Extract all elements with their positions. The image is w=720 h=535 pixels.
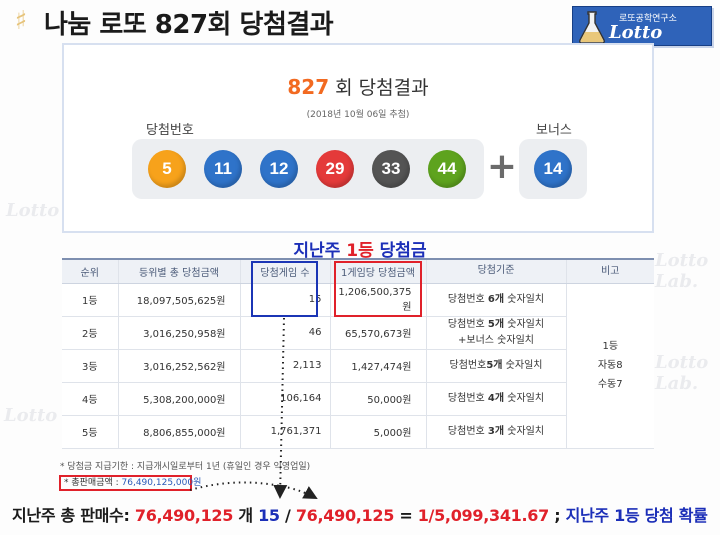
criteria-cell: 당첨번호5개 숫자일치 — [425, 349, 566, 383]
total-prize-cell: 3,016,250,958원 — [117, 316, 240, 350]
formula-denominator: 76,490,125 — [295, 506, 395, 525]
plus-icon: + — [486, 146, 518, 187]
watermark-right-bottom: Lotto Lab. — [655, 352, 709, 394]
total-sales-amount: 76,490,125,000원 — [121, 478, 202, 488]
formula-equals: = — [394, 506, 418, 525]
remark-line: 수동7 — [597, 379, 623, 390]
payout-deadline-note: * 당첨금 지급기한 : 지급개시일로부터 1년 (휴일인 경우 익영업일) — [60, 462, 311, 472]
bonus-ball: 14 — [534, 150, 572, 188]
total-sales-note: * 총판매금액 : 76,490,125,000원 — [59, 475, 201, 491]
winning-ball: 5 — [148, 150, 186, 188]
criteria-count: 5개 — [486, 359, 503, 371]
winner-count-cell: 2,113 — [239, 349, 330, 383]
formula-unit: 개 — [233, 506, 259, 525]
criteria-count: 5개 — [487, 318, 505, 330]
criteria-count: 4개 — [487, 392, 505, 404]
total-prize-cell: 5,308,200,000원 — [117, 382, 240, 416]
rank-cell: 2등 — [62, 316, 118, 350]
round-number: 827 — [287, 75, 330, 99]
draw-result-card: 827 회 당첨결과 (2018년 10월 06일 추첨) 당첨번호 보너스 5… — [62, 43, 654, 233]
total-sales-label: * 총판매금액 : — [64, 478, 122, 488]
remark-line: 1등 — [602, 341, 619, 352]
table-row: 3등 3,016,252,562원 2,113 1,427,474원 당첨번호5… — [62, 349, 654, 383]
total-prize-cell: 3,016,252,562원 — [117, 349, 240, 383]
brand-logo: 로또공학연구소 Lotto Lab. — [572, 6, 712, 64]
rank-cell: 5등 — [62, 415, 118, 449]
criteria-cell: 당첨번호 6개 숫자일치 — [425, 283, 566, 317]
formula-probability: 1/5,099,341.67 — [417, 506, 550, 525]
criteria-cell: 당첨번호 4개 숫자일치 — [425, 382, 566, 416]
page-title: 나눔 로또 827회 당첨결과 — [44, 10, 334, 40]
criteria-text: 당첨번호 — [449, 359, 487, 371]
criteria-count: 3개 — [487, 425, 505, 437]
rank-cell: 3등 — [62, 349, 118, 383]
winner-count-cell: 106,164 — [239, 382, 330, 416]
criteria-text: 당첨번호 — [447, 392, 488, 404]
winning-numbers-label: 당첨번호 — [146, 123, 194, 138]
criteria-text: 당첨번호 — [447, 425, 488, 437]
remark-line: 자동8 — [597, 360, 623, 371]
prize-per-game-highlight — [334, 261, 422, 317]
round-heading: 827 회 당첨결과 — [64, 73, 652, 100]
prize-per-game-cell: 5,000원 — [329, 415, 426, 449]
column-header: 등위별 총 당첨금액 — [117, 258, 240, 284]
round-suffix: 회 당첨결과 — [329, 77, 429, 99]
formula-description: 지난주 1등 당첨 확률 — [565, 506, 708, 525]
criteria-cell: 당첨번호 3개 숫자일치 — [425, 415, 566, 449]
winner-count-cell: 46 — [239, 316, 330, 350]
prize-per-game-cell: 65,570,673원 — [329, 316, 426, 350]
formula-total-sales: 76,490,125 — [134, 506, 234, 525]
winning-ball: 33 — [372, 150, 410, 188]
criteria-text: 숫자일치 — [504, 392, 545, 404]
bonus-label: 보너스 — [536, 123, 572, 138]
table-row: 4등 5,308,200,000원 106,164 50,000원 당첨번호 4… — [62, 382, 654, 416]
total-prize-cell: 18,097,505,625원 — [117, 283, 240, 317]
winning-balls-panel: 5 11 12 29 33 44 — [132, 139, 484, 199]
bonus-ball-panel: 14 — [519, 139, 587, 199]
flask-icon — [579, 11, 605, 44]
prize-per-game-cell: 1,427,474원 — [329, 349, 426, 383]
winning-ball: 12 — [260, 150, 298, 188]
criteria-text: 숫자일치 — [504, 318, 545, 330]
column-header: 비고 — [565, 258, 654, 284]
criteria-text: 숫자일치 — [504, 293, 545, 305]
probability-formula: 지난주 총 판매수: 76,490,125 개 15 / 76,490,125 … — [12, 502, 714, 526]
formula-winners: 15 — [258, 506, 280, 525]
criteria-text: 숫자일치 — [502, 359, 543, 371]
criteria-count: 6개 — [487, 293, 505, 305]
winning-ball: 44 — [428, 150, 466, 188]
rank-cell: 1등 — [62, 283, 118, 317]
lotto-lab-glyph-logo: ♯ — [14, 6, 28, 36]
column-header: 순위 — [62, 258, 118, 284]
criteria-text: 숫자일치 — [504, 425, 545, 437]
prize-per-game-cell: 50,000원 — [329, 382, 426, 416]
winner-count-cell: 1,761,371 — [239, 415, 330, 449]
formula-label: 지난주 총 판매수: — [12, 506, 135, 525]
formula-separator: ; — [548, 506, 566, 525]
winning-ball: 29 — [316, 150, 354, 188]
criteria-cell: 당첨번호 5개 숫자일치 +보너스 숫자일치 — [425, 316, 566, 350]
winning-ball: 11 — [204, 150, 242, 188]
table-row: 2등 3,016,250,958원 46 65,570,673원 당첨번호 5개… — [62, 316, 654, 350]
total-prize-cell: 8,806,855,000원 — [117, 415, 240, 449]
arrow-sales-to-formula — [189, 481, 318, 499]
remarks-cell: 1등 자동8 수동7 — [565, 283, 654, 449]
table-row: 5등 8,806,855,000원 1,761,371 5,000원 당첨번호 … — [62, 415, 654, 449]
formula-slash: / — [279, 506, 296, 525]
criteria-text: 당첨번호 — [447, 293, 488, 305]
winner-count-highlight — [251, 261, 318, 317]
rank-cell: 4등 — [62, 382, 118, 416]
column-header: 당첨기준 — [425, 258, 566, 284]
criteria-text: 당첨번호 — [447, 318, 488, 330]
criteria-bonus-text: +보너스 숫자일치 — [458, 334, 534, 346]
